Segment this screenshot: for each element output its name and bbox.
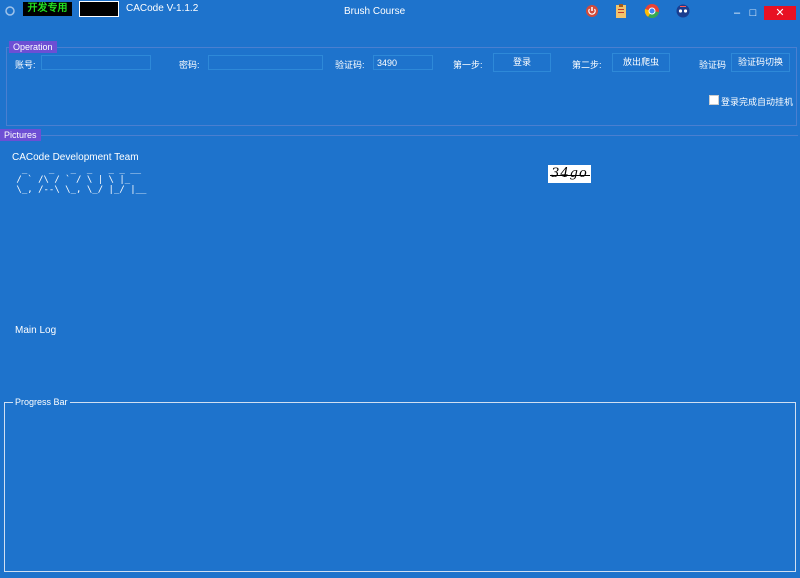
minimize-button[interactable]: – bbox=[730, 6, 744, 20]
ascii-line-1: _ _ _ _ _ _ __ bbox=[11, 165, 142, 175]
pictures-group-label: Pictures bbox=[0, 129, 41, 141]
step2-label: 第二步: bbox=[572, 60, 602, 70]
title-bar: 开发专用 CACode V-1.1.2 Brush Course – □ ✕ bbox=[0, 0, 800, 24]
captcha-noise-line bbox=[550, 175, 590, 176]
team-name: CACode Development Team bbox=[12, 152, 139, 163]
login-button[interactable]: 登录 bbox=[493, 53, 551, 72]
password-field[interactable] bbox=[208, 55, 323, 70]
pictures-divider: Pictures bbox=[0, 129, 798, 141]
auto-hang-checkbox[interactable] bbox=[709, 95, 719, 105]
app-title: CACode V-1.1.2 bbox=[126, 3, 199, 14]
power-icon[interactable] bbox=[584, 3, 600, 19]
main-window: 开发专用 CACode V-1.1.2 Brush Course – □ ✕ O… bbox=[0, 0, 800, 578]
auto-hang-label: 登录完成自动挂机 bbox=[721, 97, 794, 107]
progress-bar-frame: Progress Bar bbox=[4, 397, 796, 572]
captcha-image[interactable]: 34go bbox=[548, 165, 591, 183]
dev-badge: 开发专用 bbox=[23, 2, 72, 16]
release-crawler-button[interactable]: 放出爬虫 bbox=[612, 53, 670, 72]
account-field[interactable] bbox=[41, 55, 151, 70]
ascii-line-3: \_, /--\ \_, \_/ |_/ |__ bbox=[11, 185, 147, 195]
close-button[interactable]: ✕ bbox=[764, 6, 796, 20]
window-title: Brush Course bbox=[344, 6, 406, 17]
step1-label: 第一步: bbox=[453, 60, 483, 70]
password-label: 密码: bbox=[179, 60, 200, 70]
black-box bbox=[79, 1, 119, 17]
captcha-label: 验证码: bbox=[335, 60, 365, 70]
captcha-label-2: 验证码 bbox=[699, 60, 727, 70]
robot-icon[interactable] bbox=[675, 3, 691, 19]
app-icon bbox=[5, 6, 15, 16]
main-log-label: Main Log bbox=[15, 325, 57, 336]
progress-bar-label: Progress Bar bbox=[13, 397, 70, 408]
captcha-input[interactable]: 3490 bbox=[373, 55, 433, 70]
ascii-line-2: / ` /\ / ` / \ | \ |_ bbox=[11, 175, 136, 185]
chrome-icon[interactable] bbox=[644, 3, 660, 19]
clipboard-icon[interactable] bbox=[613, 3, 629, 19]
maximize-button[interactable]: □ bbox=[746, 6, 760, 20]
account-label: 账号: bbox=[15, 60, 36, 70]
captcha-switch-button[interactable]: 验证码切换 bbox=[731, 53, 790, 72]
operation-group-label: Operation bbox=[9, 41, 57, 53]
